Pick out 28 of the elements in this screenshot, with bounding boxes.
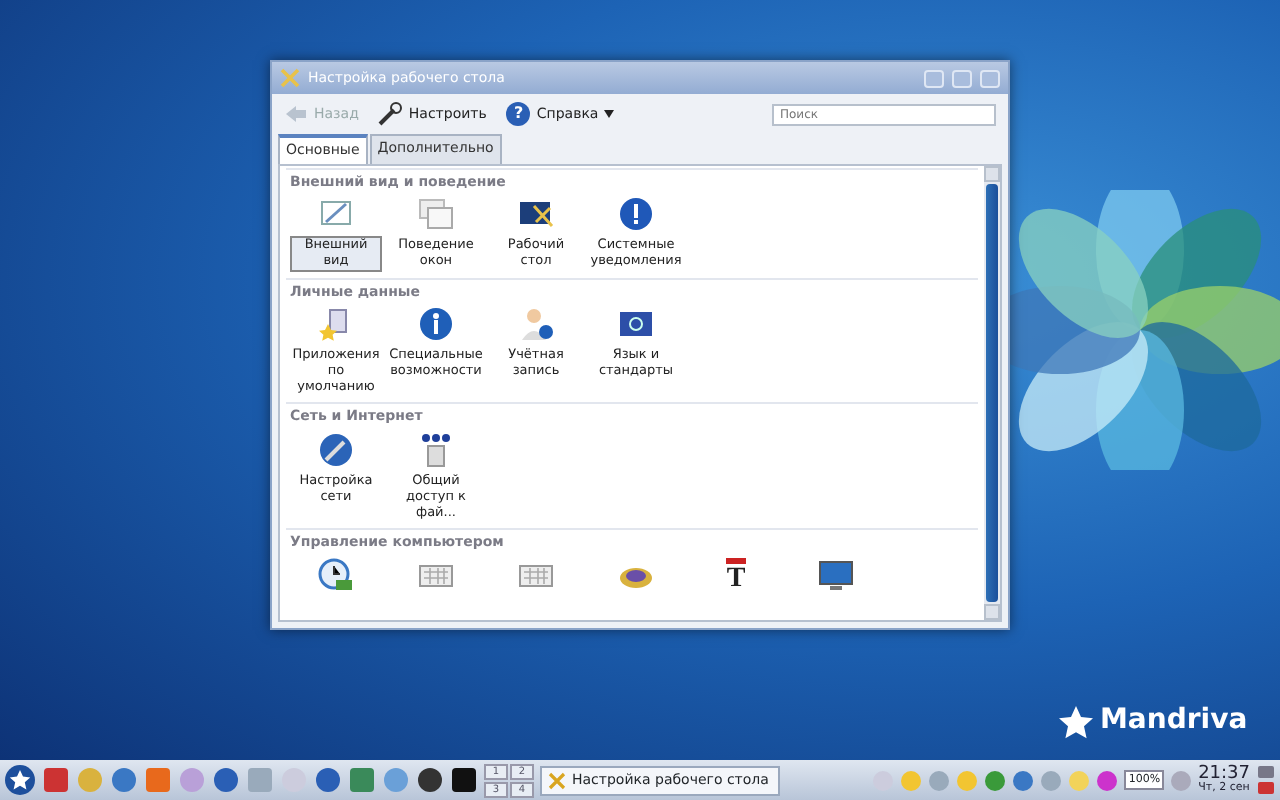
clock-icon[interactable] [318,557,354,594]
wrench-icon [378,102,403,126]
monitor-icon[interactable] [818,557,854,594]
tray-icon[interactable] [1170,769,1193,791]
star-logo-icon [1056,703,1096,739]
brand-name: Mandriva [1100,702,1248,740]
shared-folders-icon[interactable] [418,431,454,468]
scrollbar[interactable] [984,165,1000,620]
desktop-tools-icon[interactable] [518,196,554,232]
tools-icon [280,68,300,88]
tray-icon[interactable] [1096,769,1119,791]
start-menu-icon[interactable] [4,764,36,796]
clock-time: 21:37 [1198,765,1250,784]
caret-icon [604,110,615,118]
launcher-icon[interactable] [416,766,444,794]
info-person-icon[interactable] [418,306,454,343]
tools-icon [548,771,566,789]
tray-icon[interactable] [928,769,951,791]
exclamation-icon[interactable] [618,196,654,232]
back-arrow-icon [284,104,308,124]
tray-icon[interactable] [1012,769,1035,791]
windows-icon[interactable] [418,196,454,232]
tray-icon[interactable] [1040,769,1063,791]
tray-icon[interactable] [984,769,1007,791]
help-icon: ? [506,102,531,126]
launcher-icon[interactable] [450,766,478,794]
user-icon[interactable] [518,306,554,343]
wrench-globe-icon[interactable] [318,431,354,468]
